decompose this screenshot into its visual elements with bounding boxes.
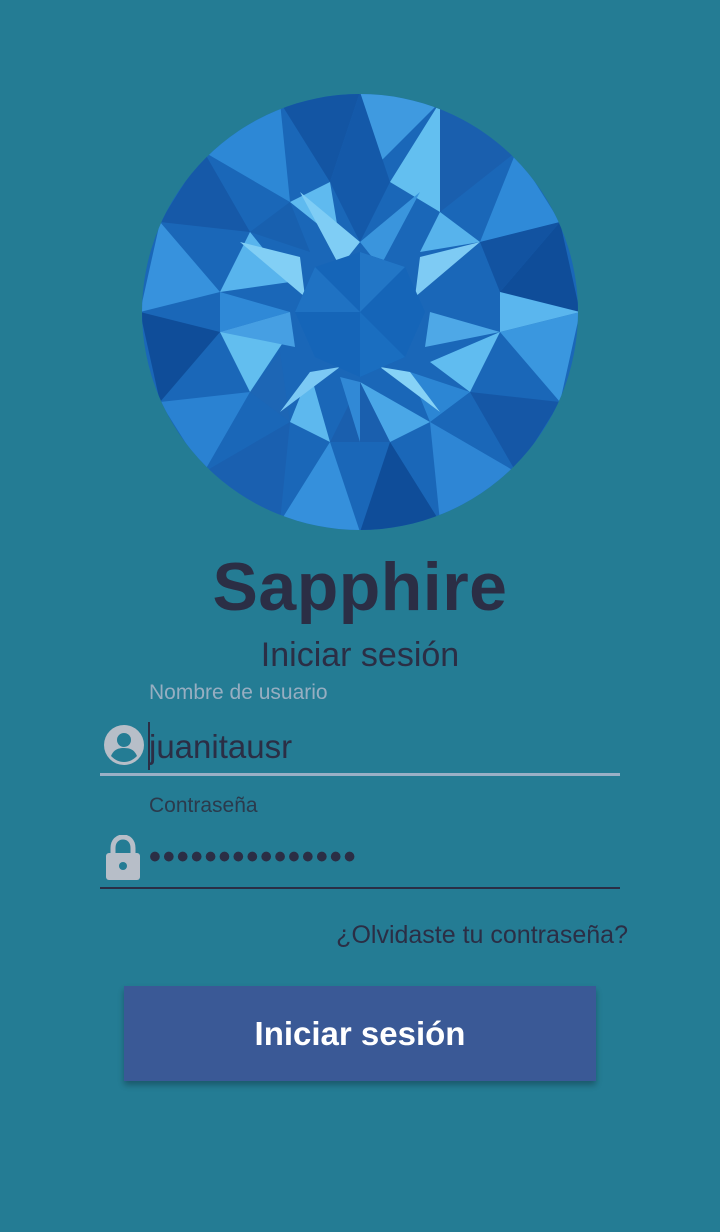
forgot-password-link[interactable]: ¿Olvidaste tu contraseña? <box>336 921 628 950</box>
password-underline <box>100 887 620 889</box>
password-input[interactable]: ••••••••••••••• <box>149 838 358 877</box>
login-button[interactable]: Iniciar sesión <box>124 986 596 1081</box>
username-label: Nombre de usuario <box>149 681 328 704</box>
sapphire-gem-icon <box>142 94 578 530</box>
username-underline <box>100 773 620 776</box>
lock-icon <box>106 835 140 880</box>
password-label: Contraseña <box>149 794 258 817</box>
app-title: Sapphire <box>212 549 508 625</box>
username-input[interactable]: juanitausr <box>149 728 292 766</box>
account-circle-icon <box>104 725 144 765</box>
page-subtitle: Iniciar sesión <box>260 636 460 674</box>
